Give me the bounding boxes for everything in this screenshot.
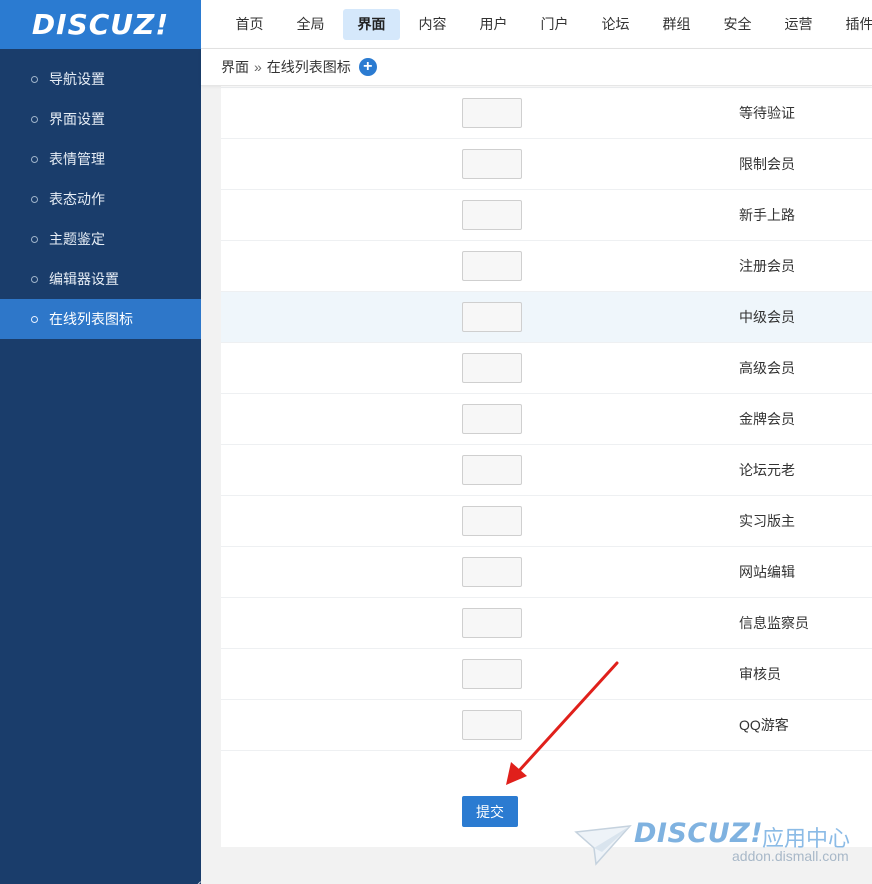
bullet-icon	[31, 75, 38, 83]
watermark-url: addon.dismall.com	[732, 848, 849, 864]
row-label: 限制会员	[739, 156, 795, 172]
sidebar-item-label: 表情管理	[49, 151, 105, 167]
sidebar-item-label: 在线列表图标	[49, 311, 133, 327]
sidebar-item-label: 主题鉴定	[49, 231, 105, 247]
breadcrumb-separator: »	[254, 59, 262, 75]
table-row: 新手上路	[221, 190, 872, 241]
watermark: DISCUZ! 应用中心 addon.dismall.com	[574, 818, 864, 870]
logo-text: DISCUZ!	[31, 8, 170, 41]
row-label: 实习版主	[739, 513, 795, 529]
sidebar-item-label: 导航设置	[49, 71, 105, 87]
row-label: 注册会员	[739, 258, 795, 274]
bullet-icon	[31, 315, 38, 323]
breadcrumb: 界面 » 在线列表图标 +	[201, 49, 872, 86]
table-row: 信息监察员	[221, 598, 872, 649]
breadcrumb-page: 在线列表图标	[266, 59, 351, 75]
submit-button[interactable]: 提交	[462, 796, 518, 827]
sidebar-item-editor-settings[interactable]: 编辑器设置	[0, 259, 201, 299]
tab-interface[interactable]: 界面	[343, 8, 400, 40]
bullet-icon	[31, 275, 38, 283]
watermark-brand: DISCUZ!	[634, 818, 764, 849]
row-label: 等待验证	[739, 105, 795, 121]
table-row: 中级会员	[221, 292, 872, 343]
icon-input[interactable]	[462, 608, 522, 638]
row-label: 审核员	[739, 666, 781, 682]
icon-input[interactable]	[462, 404, 522, 434]
bullet-icon	[31, 155, 38, 163]
tab-security[interactable]: 安全	[709, 9, 766, 40]
resize-handle[interactable]	[193, 874, 201, 882]
add-icon[interactable]: +	[358, 58, 377, 76]
icon-input[interactable]	[462, 353, 522, 383]
table-row: 注册会员	[221, 241, 872, 292]
icon-input[interactable]	[462, 455, 522, 485]
tab-content[interactable]: 内容	[404, 9, 461, 40]
icon-input[interactable]	[462, 659, 522, 689]
paper-plane-icon	[574, 825, 632, 866]
table-row: 论坛元老	[221, 445, 872, 496]
icon-input[interactable]	[462, 251, 522, 281]
table-row: 限制会员	[221, 139, 872, 190]
table-row: 实习版主	[221, 496, 872, 547]
icon-input[interactable]	[462, 557, 522, 587]
bullet-icon	[31, 195, 38, 203]
tab-portal[interactable]: 门户	[526, 9, 583, 40]
tab-home[interactable]: 首页	[221, 9, 278, 40]
tab-global[interactable]: 全局	[282, 9, 339, 40]
icon-input[interactable]	[462, 149, 522, 179]
sidebar-item-label: 界面设置	[49, 111, 105, 127]
icon-input[interactable]	[462, 200, 522, 230]
row-label: 论坛元老	[739, 462, 795, 478]
icon-input[interactable]	[462, 302, 522, 332]
table-row: 审核员	[221, 649, 872, 700]
sidebar-item-nav-settings[interactable]: 导航设置	[0, 59, 201, 99]
row-label: 金牌会员	[739, 411, 795, 427]
row-label: 高级会员	[739, 360, 795, 376]
tab-operations[interactable]: 运营	[770, 9, 827, 40]
sidebar-item-ui-settings[interactable]: 界面设置	[0, 99, 201, 139]
row-label: 新手上路	[739, 207, 795, 223]
tab-groups[interactable]: 群组	[648, 9, 705, 40]
row-label: QQ游客	[739, 717, 789, 733]
sidebar-item-thread-stamps[interactable]: 主题鉴定	[0, 219, 201, 259]
sidebar: DISCUZ! 导航设置 界面设置 表情管理 表态动作 主题鉴定 编辑器设置 在…	[0, 0, 201, 884]
bullet-icon	[31, 115, 38, 123]
logo[interactable]: DISCUZ!	[0, 0, 201, 49]
tab-users[interactable]: 用户	[465, 9, 522, 40]
breadcrumb-section[interactable]: 界面	[221, 57, 249, 77]
table-row: 网站编辑	[221, 547, 872, 598]
icon-input[interactable]	[462, 710, 522, 740]
table-row: 高级会员	[221, 343, 872, 394]
sidebar-item-label: 表态动作	[49, 191, 105, 207]
table-row: 等待验证	[221, 88, 872, 139]
top-nav: 首页 全局 界面 内容 用户 门户 论坛 群组 安全 运营 插件	[201, 0, 872, 49]
icon-input[interactable]	[462, 506, 522, 536]
sidebar-item-online-list-icons[interactable]: 在线列表图标	[0, 299, 201, 339]
bullet-icon	[31, 235, 38, 243]
icon-input[interactable]	[462, 98, 522, 128]
sidebar-menu: 导航设置 界面设置 表情管理 表态动作 主题鉴定 编辑器设置 在线列表图标	[0, 59, 201, 339]
sidebar-item-reactions[interactable]: 表态动作	[0, 179, 201, 219]
table-row: QQ游客	[221, 700, 872, 751]
row-label: 中级会员	[739, 309, 795, 325]
settings-panel: 游客 等待验证 限制会员 新手上路 注册会员 中级会员 高级会员 金牌会员 论坛…	[221, 61, 872, 847]
tab-forum[interactable]: 论坛	[587, 9, 644, 40]
row-label: 信息监察员	[739, 615, 809, 631]
sidebar-item-label: 编辑器设置	[49, 271, 119, 287]
row-label: 网站编辑	[739, 564, 795, 580]
tab-plugins[interactable]: 插件	[831, 9, 872, 40]
table-row: 金牌会员	[221, 394, 872, 445]
sidebar-item-smilies[interactable]: 表情管理	[0, 139, 201, 179]
